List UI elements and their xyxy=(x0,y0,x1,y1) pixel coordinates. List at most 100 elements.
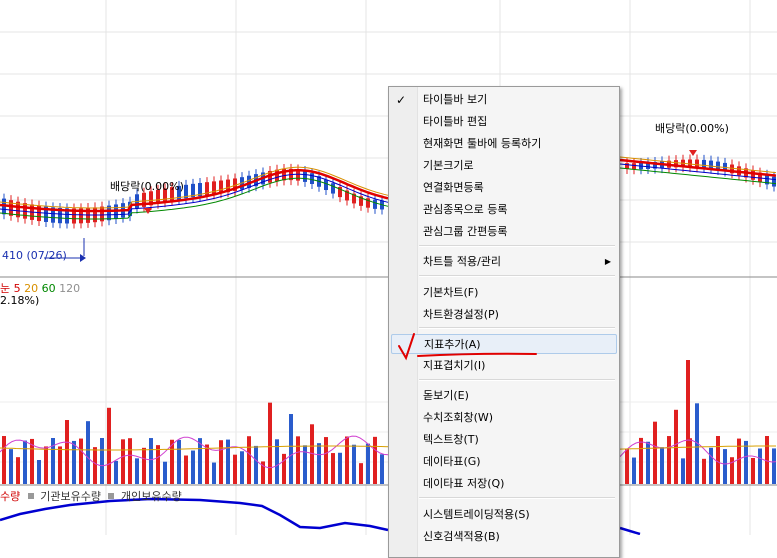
menu-item-data-table[interactable]: 데이타표(G) xyxy=(391,452,617,472)
volume-bar xyxy=(16,457,20,484)
menu-item-label: 관심종목으로 등록 xyxy=(423,203,508,216)
volume-bar xyxy=(65,420,69,484)
volume-bar xyxy=(660,447,664,484)
ma-legend-60: 60 xyxy=(41,282,56,295)
candle xyxy=(310,173,314,185)
volume-bar xyxy=(730,457,734,484)
volume-bar xyxy=(191,450,195,484)
candle xyxy=(373,199,377,209)
menu-item-label: 신호검색적용(B) xyxy=(423,530,500,543)
volume-bar xyxy=(702,458,706,484)
volume-bar xyxy=(44,446,48,484)
volume-bar xyxy=(289,414,293,484)
volume-bar xyxy=(625,448,629,484)
menu-item-show-titlebar[interactable]: ✓ 타이틀바 보기 xyxy=(391,90,617,110)
volume-bar xyxy=(226,439,230,484)
volume-bar xyxy=(331,453,335,484)
volume-bar xyxy=(373,436,377,484)
volume-bar xyxy=(751,457,755,484)
volume-bar xyxy=(142,447,146,484)
volume-bar xyxy=(268,402,272,484)
menu-item-signal-search[interactable]: 신호검색적용(B) xyxy=(391,527,617,547)
volume-bar xyxy=(674,409,678,484)
volume-bar xyxy=(359,463,363,484)
volume-bar xyxy=(163,461,167,484)
volume-bar xyxy=(639,437,643,484)
volume-bar xyxy=(240,451,244,484)
menu-item-magnifier[interactable]: 돋보기(E) xyxy=(391,386,617,406)
volume-bar xyxy=(93,447,97,484)
volume-bar xyxy=(72,440,76,484)
menu-item-save-data-table[interactable]: 데이타표 저장(Q) xyxy=(391,474,617,494)
menu-item-system-trading[interactable]: 시스템트레이딩적용(S) xyxy=(391,505,617,525)
dividend-label-left: 배당락(0.00%) xyxy=(110,180,184,193)
volume-bar xyxy=(366,443,370,484)
menu-item-text-window[interactable]: 텍스트창(T) xyxy=(391,430,617,450)
check-icon: ✓ xyxy=(396,93,407,107)
menu-item-label: 수치조회창(W) xyxy=(423,411,494,424)
low-price-marker: 410 (07/26) xyxy=(2,249,67,262)
menu-item-label: 차트틀 적용/관리 xyxy=(423,255,502,268)
volume-bar xyxy=(275,439,279,484)
menu-item-label: 데이타표(G) xyxy=(423,455,481,468)
volume-bar xyxy=(254,445,258,484)
menu-item-label: 타이틀바 보기 xyxy=(423,93,488,106)
volume-bar xyxy=(667,436,671,484)
volume-bar xyxy=(79,438,83,484)
volume-bar xyxy=(9,449,13,484)
menu-item-value-window[interactable]: 수치조회창(W) xyxy=(391,408,617,428)
menu-item-edit-titlebar[interactable]: 타이틀바 편집 xyxy=(391,112,617,132)
submenu-arrow-icon: ▶ xyxy=(604,257,611,266)
menu-item-link-screen[interactable]: 연결화면등록 xyxy=(391,178,617,198)
volume-bar xyxy=(296,436,300,484)
ma-legend-120: 120 xyxy=(59,282,81,295)
volume-bar xyxy=(247,436,251,484)
volume-bar xyxy=(114,460,118,484)
menu-separator xyxy=(419,275,615,277)
volume-bar xyxy=(177,439,181,484)
volume-bar xyxy=(219,440,223,484)
volume-bar xyxy=(121,439,125,484)
volume-bar xyxy=(758,448,762,484)
volume-bar xyxy=(212,462,216,484)
volume-bar xyxy=(716,436,720,484)
handwritten-check-mark xyxy=(398,333,537,361)
menu-item-label: 시스템트레이딩적용(S) xyxy=(423,508,530,521)
menu-item-label: 관심그룹 간편등록 xyxy=(423,225,508,238)
volume-bar xyxy=(107,407,111,484)
candle xyxy=(331,183,335,194)
volume-bar xyxy=(737,438,741,484)
volume-bar xyxy=(681,458,685,484)
candle xyxy=(751,170,755,180)
volume-bar xyxy=(653,421,657,484)
menu-item-label: 텍스트창(T) xyxy=(423,433,479,446)
volume-bar xyxy=(128,438,132,484)
series-legend-individual: 개인보유수량 xyxy=(120,490,182,503)
menu-item-default-size[interactable]: 기본크기로 xyxy=(391,156,617,176)
volume-bar xyxy=(686,360,690,484)
menu-item-label: 기본크기로 xyxy=(423,159,474,172)
volume-bar xyxy=(772,448,776,484)
menu-item-add-watchlist[interactable]: 관심종목으로 등록 xyxy=(391,200,617,220)
low-arrow-head xyxy=(80,254,86,262)
menu-item-add-to-toolbar[interactable]: 현재화면 툴바에 등록하기 xyxy=(391,134,617,154)
menu-separator xyxy=(419,379,615,381)
menu-item-chart-template[interactable]: 차트틀 적용/관리 ▶ xyxy=(391,252,617,272)
menu-item-chart-settings[interactable]: 차트환경설정(P) xyxy=(391,305,617,325)
menu-item-label: 현재화면 툴바에 등록하기 xyxy=(423,137,542,150)
menu-item-basic-chart[interactable]: 기본차트(F) xyxy=(391,283,617,303)
volume-bar xyxy=(744,440,748,484)
volume-bar xyxy=(632,457,636,484)
volume-bar xyxy=(2,436,6,484)
volume-bar xyxy=(303,445,307,484)
candle xyxy=(772,176,776,187)
menu-item-quick-group[interactable]: 관심그룹 간편등록 xyxy=(391,222,617,242)
legend-square-icon xyxy=(27,493,34,499)
menu-item-label: 타이틀바 편집 xyxy=(423,115,488,128)
menu-separator xyxy=(419,327,615,329)
volume-bar xyxy=(317,443,321,484)
menu-item-label: 데이타표 저장(Q) xyxy=(423,477,505,490)
volume-bar xyxy=(205,444,209,484)
candle xyxy=(303,170,307,182)
volume-bar xyxy=(149,438,153,484)
